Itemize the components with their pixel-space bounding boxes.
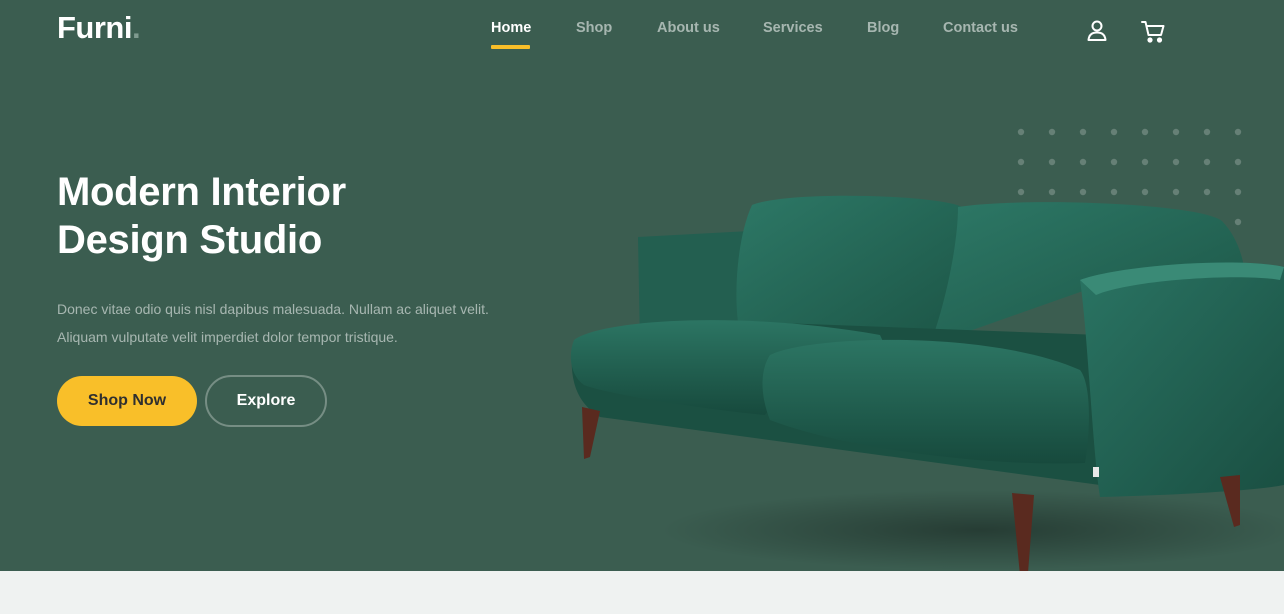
hero-title: Modern Interior Design Studio [57, 168, 346, 264]
nav-contact-us[interactable]: Contact us [943, 20, 1018, 36]
nav-blog[interactable]: Blog [867, 20, 899, 36]
decorative-dot [1017, 128, 1025, 136]
decorative-dot [1048, 158, 1056, 166]
decorative-dot [1234, 128, 1242, 136]
decorative-dot [1234, 158, 1242, 166]
user-icon[interactable] [1084, 18, 1110, 44]
decorative-dot [1110, 128, 1118, 136]
hero-title-line-2: Design Studio [57, 218, 322, 262]
decorative-dot [1141, 158, 1149, 166]
decorative-dot [1203, 158, 1211, 166]
sofa-image [570, 195, 1284, 571]
decorative-dot [1048, 128, 1056, 136]
decorative-dot [1141, 128, 1149, 136]
decorative-dot [1017, 158, 1025, 166]
explore-button[interactable]: Explore [205, 375, 327, 427]
content-below-hero [0, 571, 1284, 614]
cart-icon[interactable] [1140, 18, 1166, 44]
decorative-dot [1110, 158, 1118, 166]
nav-active-indicator [491, 45, 530, 49]
nav-shop[interactable]: Shop [576, 20, 612, 36]
hero-description: Donec vitae odio quis nisl dapibus males… [57, 301, 489, 345]
decorative-dot [1079, 158, 1087, 166]
decorative-dot [1203, 128, 1211, 136]
shop-now-button[interactable]: Shop Now [57, 376, 197, 426]
nav-services[interactable]: Services [763, 20, 823, 36]
decorative-dot [1172, 158, 1180, 166]
decorative-dot [1172, 128, 1180, 136]
decorative-dot [1079, 128, 1087, 136]
hero-title-line-1: Modern Interior [57, 170, 346, 214]
hero-section: Furni. Home Shop About us Services Blog … [0, 0, 1284, 571]
nav-about-us[interactable]: About us [657, 20, 720, 36]
nav-home[interactable]: Home [491, 20, 531, 36]
